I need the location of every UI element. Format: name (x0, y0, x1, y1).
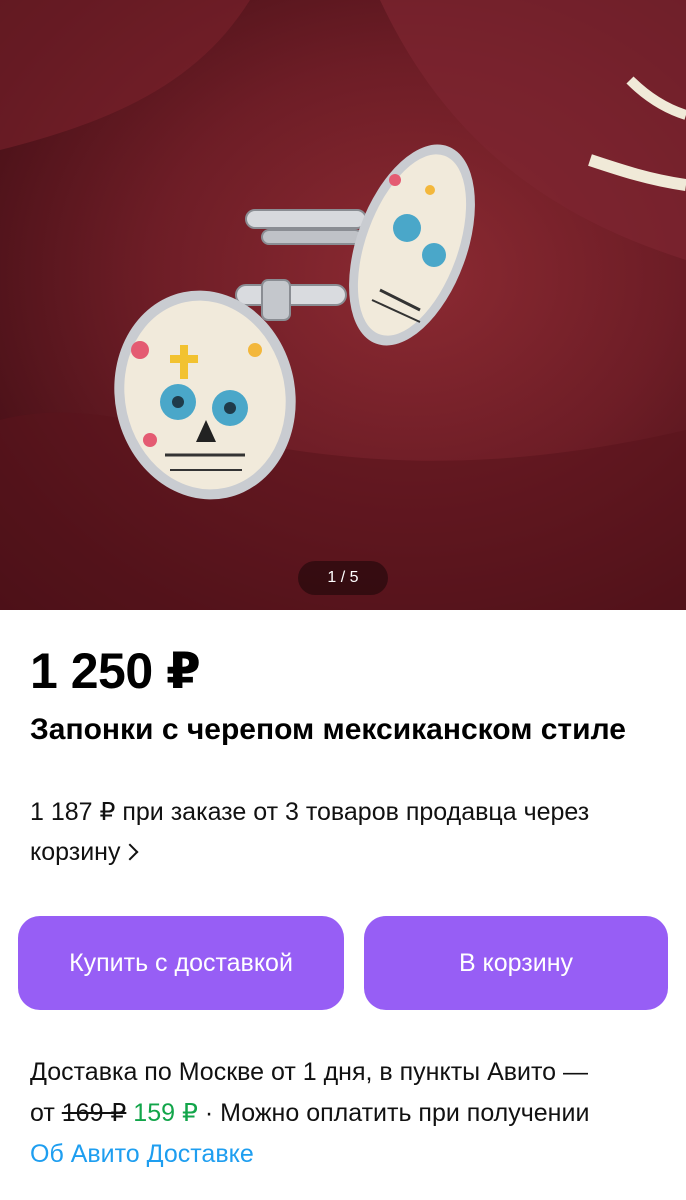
chevron-right-icon (121, 843, 139, 861)
delivery-from: от (30, 1099, 55, 1127)
bulk-discount-offer-text: 1 187 ₽ при заказе от 3 товаров продавца… (30, 798, 590, 866)
product-title: Запонки с черепом мексиканском стиле (30, 713, 626, 746)
payment-note: · Можно оплатить при получении (204, 1099, 590, 1127)
product-photo (0, 0, 686, 610)
delivery-line-1: Доставка по Москве от 1 дня, в пункты Ав… (30, 1058, 589, 1086)
product-price: 1 250 ₽ (30, 643, 201, 699)
product-photo-gallery[interactable]: 1 / 5 (0, 0, 686, 610)
buy-with-delivery-label: Купить с доставкой (69, 948, 293, 977)
buy-with-delivery-button[interactable]: Купить с доставкой (18, 916, 344, 1010)
about-avito-delivery-link[interactable]: Об Авито Доставке (30, 1134, 254, 1175)
photo-counter: 1 / 5 (298, 561, 388, 595)
bulk-discount-offer-link[interactable]: 1 187 ₽ при заказе от 3 товаров продавца… (30, 792, 660, 872)
add-to-cart-label: В корзину (458, 948, 574, 977)
delivery-line-2: от 169 ₽ 159 ₽ · Можно оплатить при полу… (30, 1093, 670, 1134)
delivery-info: Доставка по Москве от 1 дня, в пункты Ав… (30, 1052, 670, 1134)
delivery-new-price: 159 ₽ (133, 1099, 198, 1127)
delivery-old-price: 169 ₽ (61, 1099, 127, 1127)
add-to-cart-button[interactable]: В корзину (364, 916, 668, 1010)
